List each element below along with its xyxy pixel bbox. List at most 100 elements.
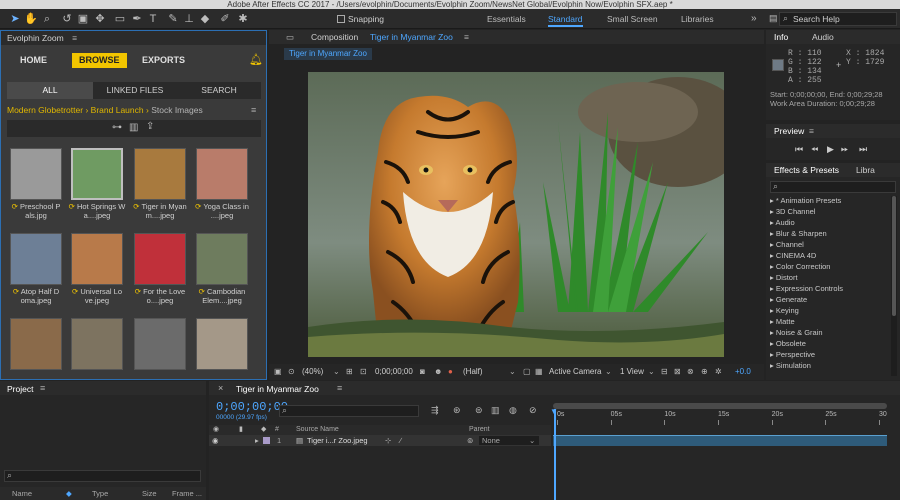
effects-category-item[interactable]: ▸ Obsolete	[770, 339, 806, 349]
panel-menu-icon[interactable]: ≡	[337, 383, 342, 393]
breadcrumb-brand-launch[interactable]: Brand Launch	[91, 105, 144, 115]
asset-thumbnail[interactable]	[196, 148, 248, 200]
transparency-grid-icon[interactable]: ⊡	[360, 364, 367, 380]
composition-name[interactable]: Tiger in Myanmar Zoo	[370, 30, 453, 44]
layer-switch-icon[interactable]: ⊹	[385, 435, 391, 446]
camera-tool-icon[interactable]: ▣	[76, 12, 90, 26]
effects-category-item[interactable]: ▸ Audio	[770, 218, 795, 228]
column-type[interactable]: Type	[92, 487, 108, 500]
column-size[interactable]: Size	[142, 487, 157, 500]
chevron-down-icon[interactable]: ⌄	[648, 364, 655, 380]
timeline-search-field[interactable]: ⌕	[279, 405, 419, 417]
channel-color-icon[interactable]: ●	[448, 364, 453, 380]
tab-search[interactable]: SEARCH	[177, 82, 261, 99]
workspace-libraries[interactable]: Libraries	[681, 9, 714, 29]
visibility-eye-icon[interactable]: ◉	[212, 435, 219, 446]
nav-browse[interactable]: BROWSE	[72, 53, 127, 68]
snapshot-camera-icon[interactable]: ◙	[420, 364, 425, 380]
link-icon[interactable]: ⊶	[112, 122, 122, 133]
grid-guides-icon[interactable]: ⊞	[346, 364, 353, 380]
composition-flow-tab[interactable]: Tiger in Myanmar Zoo	[284, 48, 372, 60]
asset-thumbnail[interactable]	[10, 233, 62, 285]
panel-menu-icon[interactable]: ≡	[809, 124, 814, 138]
tab-libraries[interactable]: Libra	[856, 163, 875, 177]
timeline-comp-tab[interactable]: Tiger in Myanmar Zoo	[236, 384, 319, 394]
first-frame-icon[interactable]: ⏮︎	[795, 144, 803, 155]
column-parent[interactable]: Parent	[469, 425, 490, 435]
flowchart-icon[interactable]: ⊠	[674, 364, 681, 380]
tab-audio[interactable]: Audio	[812, 30, 834, 44]
workspace-overflow-icon[interactable]: »	[751, 13, 757, 24]
layer-duration-bar[interactable]	[553, 435, 887, 446]
eraser-tool-icon[interactable]: ◆	[198, 12, 212, 26]
chevron-down-icon[interactable]: ⌄	[333, 364, 340, 380]
chevron-down-icon[interactable]: ⌄	[605, 364, 612, 380]
magnification-dropdown[interactable]: (40%)	[302, 364, 323, 380]
workspace-standard[interactable]: Standard	[548, 9, 583, 29]
upload-icon[interactable]: ⇪	[146, 121, 154, 132]
effects-category-item[interactable]: ▸ Matte	[770, 317, 795, 327]
play-icon[interactable]: ▶	[827, 144, 834, 155]
effects-category-item[interactable]: ▸ Generate	[770, 295, 807, 305]
shy-layers-icon[interactable]: ⊜	[475, 405, 483, 416]
effects-category-item[interactable]: ▸ Keying	[770, 306, 799, 316]
pickwhip-icon[interactable]: ⊚	[467, 435, 473, 446]
nav-exports[interactable]: EXPORTS	[142, 53, 185, 68]
effects-category-item[interactable]: ▸ Blur & Sharpen	[770, 229, 827, 239]
clone-stamp-tool-icon[interactable]: ⊥	[182, 12, 196, 26]
graph-editor-icon[interactable]: ⊘	[529, 405, 537, 416]
column-source-name[interactable]: Source Name	[296, 425, 339, 435]
breadcrumb-modern-globetrotter[interactable]: Modern Globetrotter	[7, 105, 83, 115]
resolution-dropdown[interactable]: (Half)	[463, 364, 483, 380]
last-frame-icon[interactable]: ⏭︎	[859, 144, 867, 155]
time-ruler[interactable]: 0s 05s 10s 15s 20s 25s 30	[553, 411, 887, 425]
effects-category-item[interactable]: ▸ CINEMA 4D	[770, 251, 816, 261]
effects-category-item[interactable]: ▸ * Animation Presets	[770, 196, 841, 206]
asset-thumbnail[interactable]	[134, 148, 186, 200]
composition-menu-icon[interactable]: ≡	[464, 30, 469, 44]
show-snapshot-icon[interactable]: ☻	[434, 364, 442, 380]
search-help-field[interactable]: ⌕ Search Help	[779, 12, 897, 26]
effects-search-field[interactable]: ⌕	[770, 181, 896, 193]
expand-arrow-icon[interactable]: ▸	[255, 435, 259, 446]
view-layout-dropdown[interactable]: 1 View	[620, 364, 644, 380]
previous-frame-icon[interactable]: ⏪︎	[811, 144, 818, 155]
type-tool-icon[interactable]: T	[146, 12, 160, 26]
hand-tool-icon[interactable]: ✋	[24, 12, 38, 26]
selection-tool-icon[interactable]: ➤	[8, 12, 22, 26]
panel-menu-icon[interactable]: ≡	[72, 33, 77, 43]
sync-settings-icon[interactable]: ▤	[769, 13, 778, 24]
comp-mini-flowchart-icon[interactable]: ⇶	[431, 405, 439, 416]
effects-category-item[interactable]: ▸ 3D Channel	[770, 207, 815, 217]
panel-menu-icon[interactable]: ≡	[40, 383, 45, 393]
breadcrumb-menu-icon[interactable]: ≡	[251, 105, 256, 115]
asset-thumbnail[interactable]	[10, 148, 62, 200]
timeline-current-time[interactable]: 0;00;00;00	[216, 400, 288, 414]
effects-category-item[interactable]: ▸ Channel	[770, 240, 804, 250]
asset-thumbnail[interactable]	[71, 148, 123, 200]
tab-all[interactable]: ALL	[7, 82, 93, 99]
asset-thumbnail[interactable]	[196, 318, 248, 370]
tab-info[interactable]: Info	[774, 30, 788, 44]
next-frame-icon[interactable]: ⏩︎	[841, 144, 848, 155]
always-preview-icon[interactable]: ▣	[274, 364, 282, 380]
puppet-tool-icon[interactable]: ✱	[236, 12, 250, 26]
timeline-icon[interactable]: ⊗	[687, 364, 694, 380]
mask-visibility-icon[interactable]: ⊙	[288, 364, 295, 380]
asset-thumbnail[interactable]	[134, 233, 186, 285]
camera-view-dropdown[interactable]: Active Camera	[549, 364, 601, 380]
brush-tool-icon[interactable]: ✎	[166, 12, 180, 26]
layer-row[interactable]: ◉ ▸ 1 ▤ Tiger i...r Zoo.jpeg ⊹ ∕ ⊚ None …	[209, 435, 551, 446]
chevron-down-icon[interactable]: ⌄	[509, 364, 516, 380]
lock-icon[interactable]: ▭	[286, 30, 294, 44]
tab-effects-presets[interactable]: Effects & Presets	[774, 163, 839, 177]
column-name[interactable]: Name	[12, 487, 32, 500]
effects-category-item[interactable]: ▸ Noise & Grain	[770, 328, 823, 338]
project-search-field[interactable]: ⌕	[4, 470, 201, 482]
asset-thumbnail[interactable]	[134, 318, 186, 370]
3d-renderer-icon[interactable]: ⊕	[701, 364, 708, 380]
workspace-essentials[interactable]: Essentials	[487, 9, 526, 29]
zoom-tool-icon[interactable]: ⌕	[40, 12, 54, 26]
effects-scrollbar[interactable]	[891, 196, 897, 376]
column-frame-rate[interactable]: Frame ...	[172, 487, 202, 500]
